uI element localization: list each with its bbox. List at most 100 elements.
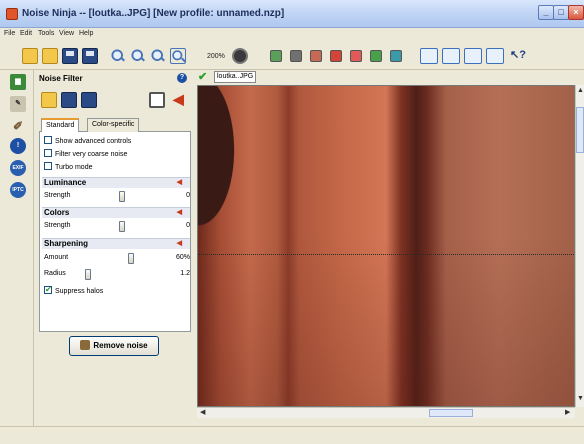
left-tool-strip: ▆ ✎ ✐ ! EXIF IPTC: [0, 70, 34, 426]
scroll-right-icon[interactable]: ▶: [565, 408, 570, 416]
tab-standard[interactable]: Standard: [41, 118, 80, 133]
sharpening-radius-label: Radius: [44, 270, 66, 277]
help-icon[interactable]: ?: [177, 73, 187, 83]
open-icon[interactable]: [22, 48, 38, 64]
sharpening-amount-value: 60%: [175, 254, 190, 261]
sharpening-amount-label: Amount: [44, 254, 69, 261]
remove-noise-icon: [80, 340, 91, 350]
open-profile-icon[interactable]: [42, 48, 58, 64]
channel-red-alt-icon[interactable]: [330, 50, 342, 62]
zoom-in-icon[interactable]: [110, 48, 126, 64]
colors-section-header: Colors ◀: [42, 207, 190, 218]
vertical-scrollbar[interactable]: ▲ ▼: [575, 85, 584, 407]
window-title: Noise Ninja -- [loutka..JPG] [New profil…: [22, 8, 285, 19]
preview-split-line[interactable]: [198, 254, 574, 255]
preview-toggle-icon[interactable]: [149, 92, 165, 108]
remove-noise-button[interactable]: Remove noise: [69, 336, 159, 356]
horizontal-scroll-thumb[interactable]: [429, 409, 473, 417]
maximize-button[interactable]: □: [553, 5, 569, 20]
scroll-up-icon[interactable]: ▲: [577, 87, 584, 94]
channel-luminance-icon[interactable]: [290, 50, 302, 62]
turbo-mode-row[interactable]: Turbo mode: [44, 162, 92, 172]
channel-red-icon[interactable]: [310, 50, 322, 62]
menu-view[interactable]: View: [59, 30, 74, 37]
save-settings-icon[interactable]: [61, 92, 77, 108]
menu-file[interactable]: File: [4, 30, 15, 37]
colors-strength-slider[interactable]: Strength 0: [44, 220, 190, 234]
luminance-reset-icon[interactable]: ◀: [177, 178, 182, 188]
image-lower-area: [198, 236, 574, 406]
sharpening-radius-slider[interactable]: Radius 1.2: [44, 268, 190, 282]
channel-cyan-icon[interactable]: [390, 50, 402, 62]
scroll-left-icon[interactable]: ◀: [200, 408, 205, 416]
image-shadow-area: [198, 86, 244, 246]
menu-edit[interactable]: Edit: [20, 30, 32, 37]
navigator-icon[interactable]: [232, 48, 248, 64]
menu-tools[interactable]: Tools: [38, 30, 54, 37]
load-settings-icon[interactable]: [41, 92, 57, 108]
brush-icon[interactable]: ✐: [10, 118, 26, 134]
slider-thumb[interactable]: [119, 221, 125, 232]
filter-coarse-noise-row[interactable]: Filter very coarse noise: [44, 149, 127, 159]
sharpening-section-header: Sharpening ◀: [42, 238, 190, 249]
single-view-icon[interactable]: [420, 48, 438, 64]
suppress-halos-label: Suppress halos: [55, 288, 104, 295]
menu-help[interactable]: Help: [79, 30, 93, 37]
save-icon[interactable]: [62, 48, 78, 64]
horizontal-scrollbar[interactable]: ◀ ▶: [197, 407, 575, 418]
slider-track[interactable]: [74, 258, 170, 259]
app-icon: [6, 8, 18, 20]
slider-thumb[interactable]: [119, 191, 125, 202]
show-advanced-controls-row[interactable]: Show advanced controls: [44, 136, 131, 146]
filter-coarse-noise-label: Filter very coarse noise: [55, 151, 128, 158]
zoom-out-icon[interactable]: [130, 48, 146, 64]
toolbar: 200% ↖?: [0, 42, 584, 70]
sharpening-reset-icon[interactable]: ◀: [177, 239, 182, 249]
reset-arrow-icon[interactable]: ◀: [173, 92, 189, 108]
noise-brush-icon[interactable]: ✎: [10, 96, 26, 112]
colors-title: Colors: [44, 208, 70, 217]
turbo-mode-label: Turbo mode: [55, 164, 93, 171]
panel-title: Noise Filter: [39, 74, 83, 83]
luminance-strength-slider[interactable]: Strength 0: [44, 190, 190, 204]
channel-green-icon[interactable]: [370, 50, 382, 62]
noise-filter-panel: Noise Filter ? ◀ Standard Color-specific…: [35, 70, 195, 426]
zoom-actual-icon[interactable]: [150, 48, 166, 64]
context-help-icon[interactable]: ↖?: [510, 48, 526, 62]
close-button[interactable]: ×: [568, 5, 584, 20]
split-vertical-icon[interactable]: [442, 48, 460, 64]
channel-rgb-icon[interactable]: [270, 50, 282, 62]
info-icon[interactable]: !: [10, 138, 26, 154]
save-as-icon[interactable]: [82, 48, 98, 64]
zoom-fit-icon[interactable]: [170, 48, 186, 64]
image-viewer[interactable]: [197, 85, 575, 407]
luminance-section-header: Luminance ◀: [42, 177, 190, 188]
filter-coarse-noise-checkbox[interactable]: [44, 149, 52, 157]
suppress-halos-row[interactable]: Suppress halos: [44, 285, 104, 296]
channel-magenta-icon[interactable]: [350, 50, 362, 62]
split-horizontal-icon[interactable]: [464, 48, 482, 64]
minimize-button[interactable]: _: [538, 5, 554, 20]
status-bar: [0, 426, 584, 444]
show-advanced-controls-label: Show advanced controls: [55, 138, 132, 145]
iptc-icon[interactable]: IPTC: [10, 182, 26, 198]
exif-icon[interactable]: EXIF: [10, 160, 26, 176]
quad-view-icon[interactable]: [486, 48, 504, 64]
colors-strength-label: Strength: [44, 222, 71, 229]
sharpening-amount-slider[interactable]: Amount 60%: [44, 252, 190, 266]
profile-tool-icon[interactable]: ▆: [10, 74, 26, 90]
colors-reset-icon[interactable]: ◀: [177, 208, 182, 218]
suppress-halos-checkbox[interactable]: [44, 285, 52, 294]
show-advanced-controls-checkbox[interactable]: [44, 136, 52, 144]
slider-thumb[interactable]: [84, 269, 91, 280]
tab-color-specific[interactable]: Color-specific: [87, 118, 140, 132]
scroll-down-icon[interactable]: ▼: [577, 395, 584, 402]
slider-thumb[interactable]: [128, 253, 134, 264]
turbo-mode-checkbox[interactable]: [44, 162, 52, 170]
vertical-scroll-thumb[interactable]: [576, 107, 584, 153]
colors-strength-value: 0: [186, 222, 190, 229]
save-settings-as-icon[interactable]: [81, 92, 97, 108]
image-tab[interactable]: ✔ loutka..JPG: [198, 70, 257, 84]
checkmark-icon: ✔: [198, 71, 208, 83]
luminance-strength-value: 0: [186, 192, 190, 199]
